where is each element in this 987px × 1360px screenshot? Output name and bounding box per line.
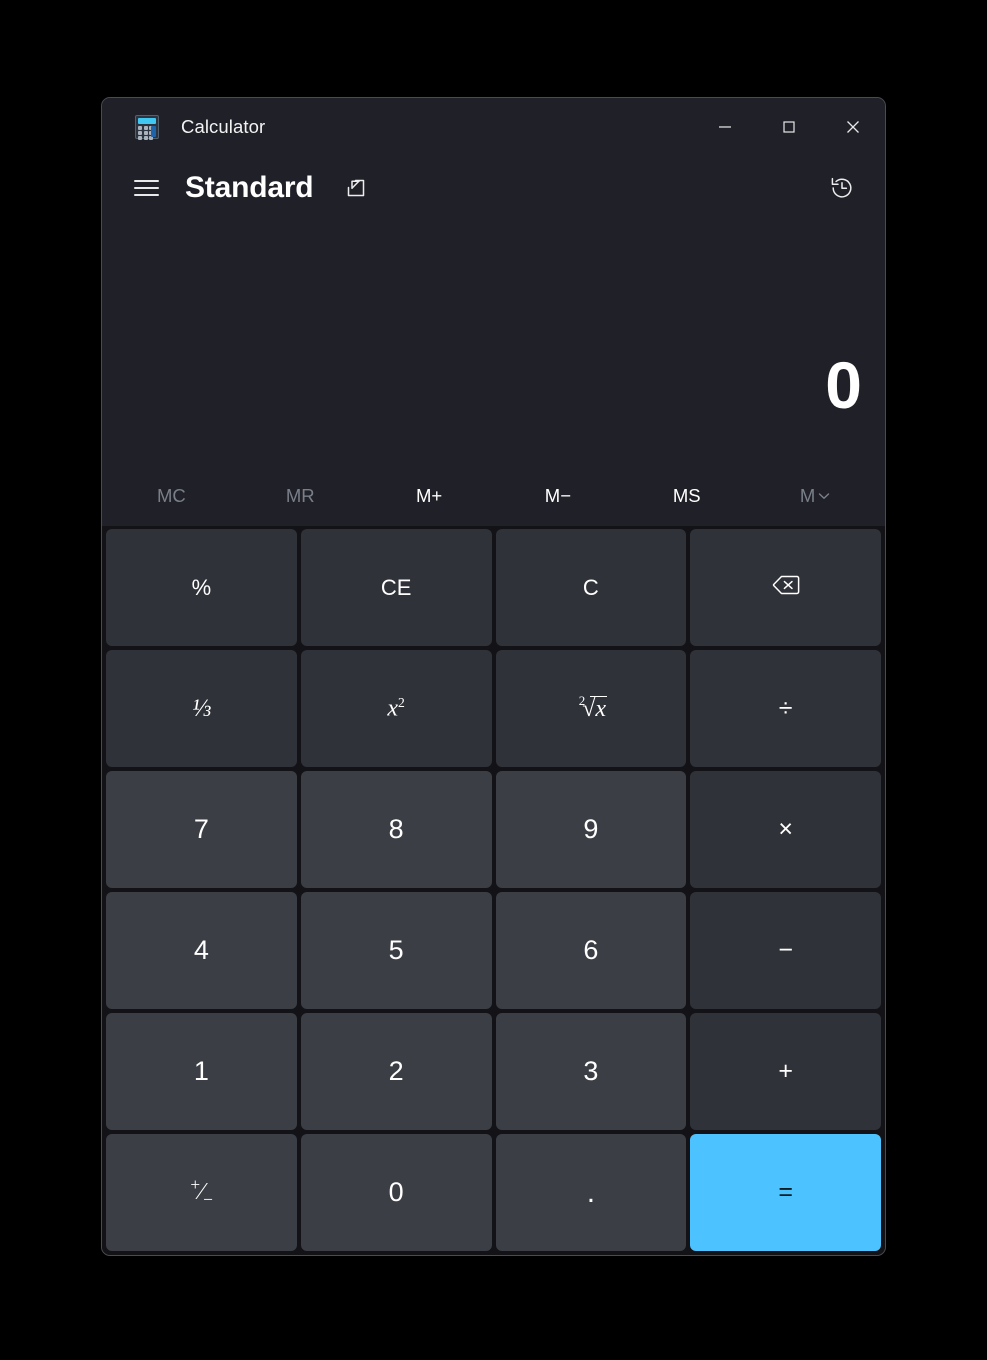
backspace-button[interactable] [690,529,881,646]
window-title: Calculator [181,116,266,137]
maximize-button[interactable] [757,98,821,156]
digit-4-label: 4 [193,935,209,965]
equals-button[interactable]: = [690,1134,881,1251]
digit-8-label: 8 [388,814,404,844]
calculator-window: Calculator Standard 0 MC MR M+ M− MS M %… [101,97,886,1256]
digit-5-label: 5 [388,935,404,965]
negate-label: +⁄− [190,1175,213,1209]
window-controls [693,98,885,156]
digit-9-button[interactable]: 9 [495,771,687,888]
minus-button[interactable]: − [690,892,881,1009]
digit-1-button[interactable]: 1 [106,1013,297,1130]
calculator-icon [135,115,159,140]
decimal-label: . [586,1175,596,1209]
minus-label: − [778,936,793,964]
memory-recall-label: MR [285,485,315,506]
plus-label: + [778,1057,793,1085]
memory-subtract-label: M− [544,485,571,506]
keep-on-top-icon[interactable] [339,171,373,205]
display-area: 0 [102,220,885,466]
memory-subtract-button[interactable]: M− [493,466,622,526]
multiply-button[interactable]: × [690,771,881,888]
digit-2-button[interactable]: 2 [300,1013,492,1130]
square-root-button[interactable]: 2 √x [495,650,687,767]
minimize-button[interactable] [693,98,757,156]
square-button[interactable]: x2 [300,650,492,767]
reciprocal-label: ⅓ [192,694,211,722]
memory-clear-label: MC [157,485,186,506]
clear-entry-button[interactable]: CE [300,529,492,646]
mode-bar: Standard [102,156,885,220]
keypad: % CE C ⅓ x2 2 √x ÷ 7 8 9 × 4 5 6 − 1 2 3… [102,526,885,1255]
clear-label: C [582,574,599,600]
percent-button[interactable]: % [106,529,297,646]
multiply-label: × [778,815,793,843]
memory-clear-button[interactable]: MC [107,466,236,526]
digit-7-label: 7 [193,814,209,844]
divide-button[interactable]: ÷ [690,650,881,767]
equals-label: = [778,1178,793,1206]
memory-store-label: MS [672,485,701,506]
digit-6-button[interactable]: 6 [495,892,687,1009]
digit-4-button[interactable]: 4 [106,892,297,1009]
divide-label: ÷ [778,694,793,722]
digit-2-label: 2 [388,1056,404,1086]
clear-entry-label: CE [380,574,412,600]
digit-1-label: 1 [193,1056,209,1086]
digit-3-label: 3 [583,1056,599,1086]
clear-button[interactable]: C [495,529,687,646]
reciprocal-button[interactable]: ⅓ [106,650,297,767]
plus-button[interactable]: + [690,1013,881,1130]
memory-row: MC MR M+ M− MS M [102,466,885,526]
page-title: Standard [185,171,314,204]
close-button[interactable] [821,98,885,156]
digit-5-button[interactable]: 5 [300,892,492,1009]
history-icon[interactable] [821,167,863,209]
memory-store-button[interactable]: MS [622,466,751,526]
screen: Calculator Standard 0 MC MR M+ M− MS M %… [0,0,987,1360]
percent-label: % [191,574,212,600]
memory-dropdown-label: M [799,485,816,506]
digit-8-button[interactable]: 8 [300,771,492,888]
negate-button[interactable]: +⁄− [106,1134,297,1251]
digit-3-button[interactable]: 3 [495,1013,687,1130]
digit-7-button[interactable]: 7 [106,771,297,888]
hamburger-menu-icon[interactable] [124,166,168,210]
square-label: x2 [387,694,405,722]
decimal-button[interactable]: . [495,1134,687,1251]
digit-9-label: 9 [583,814,599,844]
memory-recall-button[interactable]: MR [236,466,365,526]
digit-0-label: 0 [388,1177,404,1207]
title-bar: Calculator [102,98,885,156]
backspace-icon [771,573,801,603]
chevron-down-icon [817,489,831,503]
memory-add-button[interactable]: M+ [365,466,494,526]
result-value: 0 [825,348,862,422]
digit-0-button[interactable]: 0 [300,1134,492,1251]
memory-dropdown-button[interactable]: M [751,466,880,526]
square-root-label: 2 √x [578,692,607,722]
digit-6-label: 6 [583,935,599,965]
memory-add-label: M+ [415,485,443,506]
